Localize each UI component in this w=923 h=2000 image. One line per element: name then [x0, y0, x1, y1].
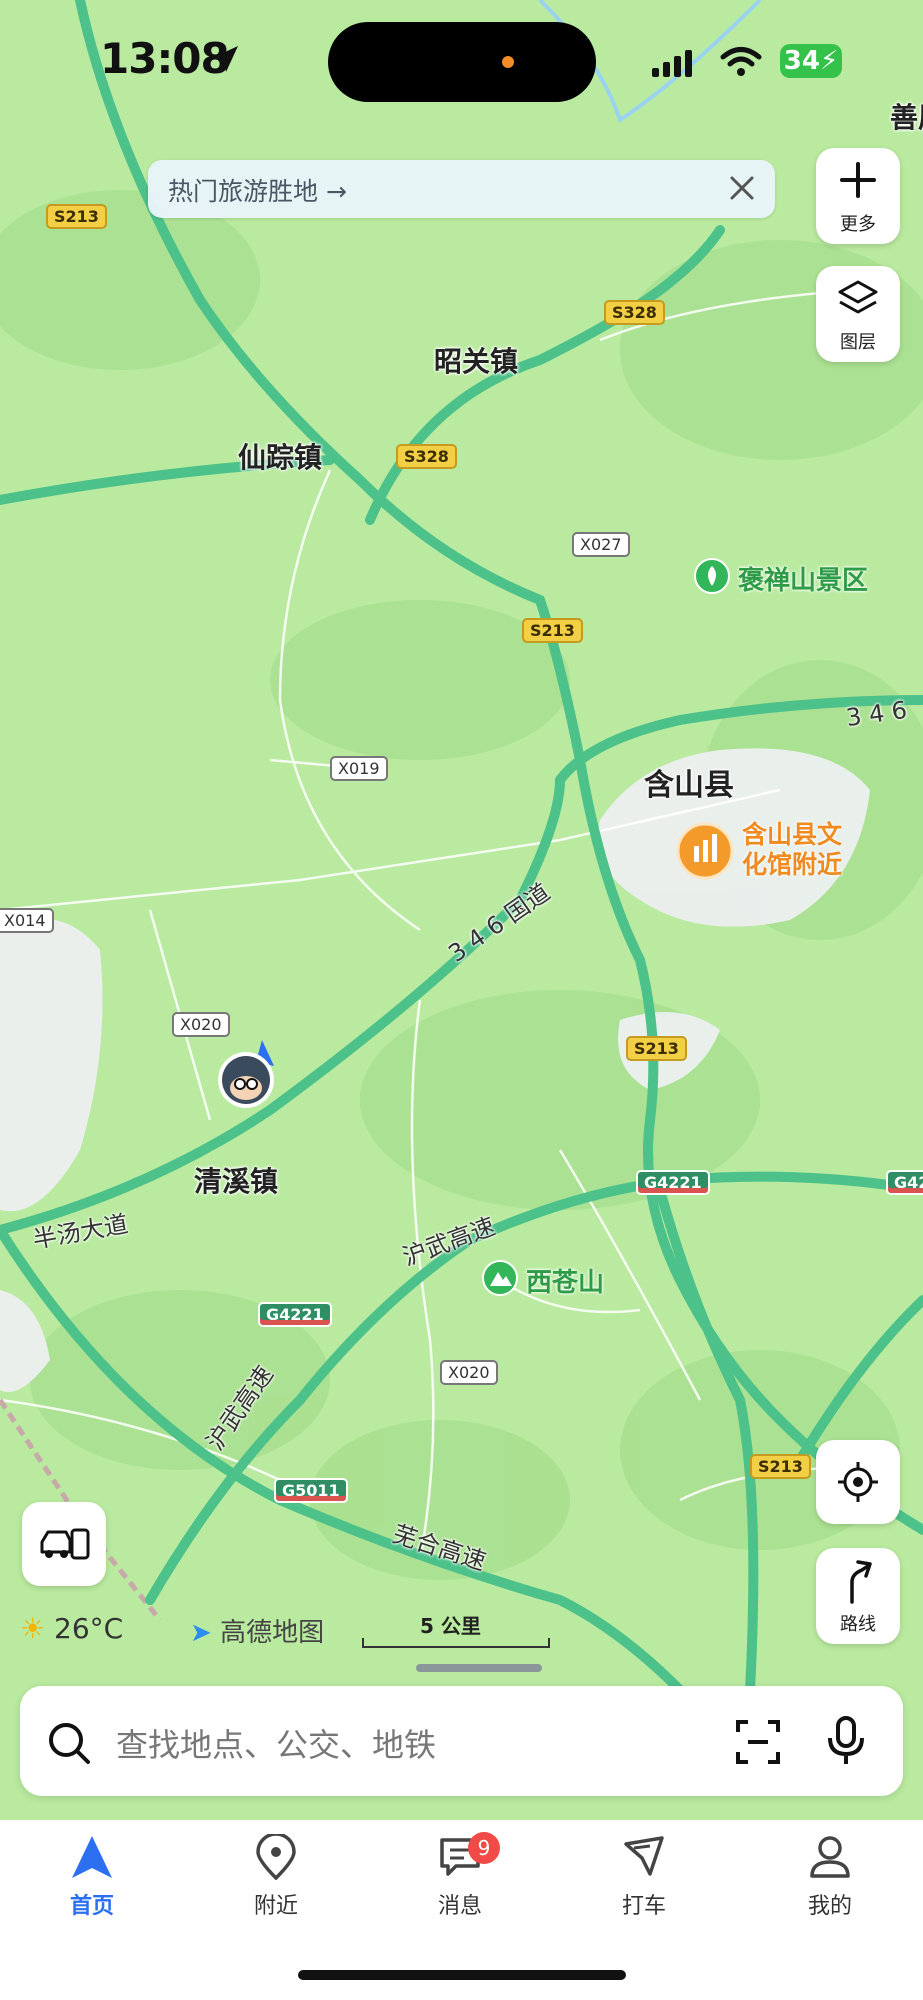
tab-label: 首页: [69, 1894, 114, 1919]
route-label: 路线: [840, 1614, 876, 1635]
temperature: 26°C: [54, 1612, 124, 1645]
tab-label: 附近: [253, 1894, 298, 1919]
home-indicator[interactable]: [298, 1970, 626, 1980]
road-shield: S213: [46, 204, 107, 229]
place-label: 含山县: [644, 768, 734, 803]
weather-widget[interactable]: ☀ 26°C: [20, 1612, 123, 1645]
road-shield: S328: [604, 300, 665, 325]
poi-label: 褒禅山景区: [738, 566, 869, 596]
dynamic-island: [328, 22, 596, 102]
scale-bar: [362, 1638, 550, 1648]
sun-icon: ☀: [20, 1612, 46, 1645]
search-bar[interactable]: 查找地点、公交、地铁: [20, 1686, 903, 1796]
more-label: 更多: [840, 214, 876, 235]
road-shield: X020: [440, 1360, 498, 1385]
locate-me-button[interactable]: [816, 1440, 900, 1524]
home-arrow-icon: [72, 1836, 112, 1878]
road-shield: G42: [886, 1170, 923, 1195]
road-shield: S328: [396, 444, 457, 469]
close-icon[interactable]: [726, 172, 758, 204]
unread-badge: 9: [468, 1832, 500, 1864]
place-label: 仙踪镇: [238, 441, 323, 474]
road-shield: G4221: [258, 1302, 332, 1327]
poi-wenhuaguan[interactable]: 含山县文化馆附近: [676, 820, 842, 884]
poi-label: 含山县文化馆附近: [742, 820, 843, 879]
drag-handle[interactable]: [416, 1664, 542, 1672]
scan-icon[interactable]: [736, 1720, 780, 1764]
route-turn-icon: [850, 1560, 872, 1604]
layers-button[interactable]: 图层: [816, 266, 900, 362]
taxi-icon: [624, 1836, 664, 1876]
battery-indicator: 34⚡: [780, 44, 842, 78]
culture-icon: [676, 822, 734, 880]
tab-nearby[interactable]: 附近: [216, 1832, 336, 1920]
poi-baochanshan[interactable]: 褒禅山景区: [694, 558, 868, 598]
plus-icon: [840, 162, 876, 198]
avatar: [218, 1040, 274, 1108]
road-shield: S213: [522, 618, 583, 643]
road-shield: X019: [330, 756, 388, 781]
brand-name: 高德地图: [220, 1618, 325, 1648]
person-icon: [810, 1836, 850, 1878]
place-label: 善屈: [890, 101, 923, 134]
poi-xicangshan[interactable]: 西苍山: [482, 1260, 604, 1300]
crosshair-icon: [838, 1462, 878, 1502]
location-arrow-icon: [212, 46, 238, 72]
tab-home[interactable]: 首页: [32, 1834, 152, 1920]
place-label: 清溪镇: [194, 1165, 279, 1198]
road-shield: X027: [572, 532, 630, 557]
tab-label: 我的: [807, 1894, 852, 1919]
poi-label: 西苍山: [526, 1268, 605, 1298]
search-icon: [49, 1723, 90, 1764]
route-button[interactable]: 路线: [816, 1548, 900, 1644]
layers-icon: [838, 280, 878, 314]
user-location-marker[interactable]: [212, 1036, 282, 1112]
road-shield: S213: [626, 1036, 687, 1061]
amap-logo: ➤ 高德地图: [190, 1612, 324, 1649]
layers-label: 图层: [840, 332, 876, 353]
cellular-signal-icon: [652, 50, 692, 77]
road-shield: G4221: [636, 1170, 710, 1195]
road-shield: S213: [750, 1454, 811, 1479]
tab-profile[interactable]: 我的: [770, 1834, 890, 1920]
scenic-icon: [694, 558, 730, 594]
banner-text[interactable]: 热门旅游胜地 →: [168, 172, 347, 208]
mountain-icon: [482, 1260, 518, 1296]
more-button[interactable]: 更多: [816, 148, 900, 244]
road-shield: X014: [0, 908, 54, 933]
tab-label: 消息: [437, 1894, 482, 1919]
tab-messages[interactable]: 9 消息: [400, 1832, 520, 1920]
microphone-icon[interactable]: [826, 1716, 866, 1766]
place-label: 昭关镇: [434, 345, 519, 378]
tab-taxi[interactable]: 打车: [584, 1834, 704, 1920]
camera-indicator-icon: [502, 56, 514, 68]
search-input[interactable]: 查找地点、公交、地铁: [116, 1720, 436, 1766]
road-shield: G5011: [274, 1478, 348, 1503]
car-phone-icon: [40, 1528, 90, 1560]
tab-label: 打车: [621, 1894, 666, 1919]
amap-arrow-icon: ➤: [190, 1618, 212, 1648]
scale-label: 5 公里: [420, 1614, 481, 1638]
location-pin-icon: [256, 1832, 296, 1881]
road-shield: X020: [172, 1012, 230, 1037]
promo-banner[interactable]: 热门旅游胜地 →: [148, 160, 775, 218]
driving-mode-button[interactable]: [22, 1502, 106, 1586]
wifi-icon: [720, 47, 762, 76]
battery-level: 34: [783, 46, 820, 76]
